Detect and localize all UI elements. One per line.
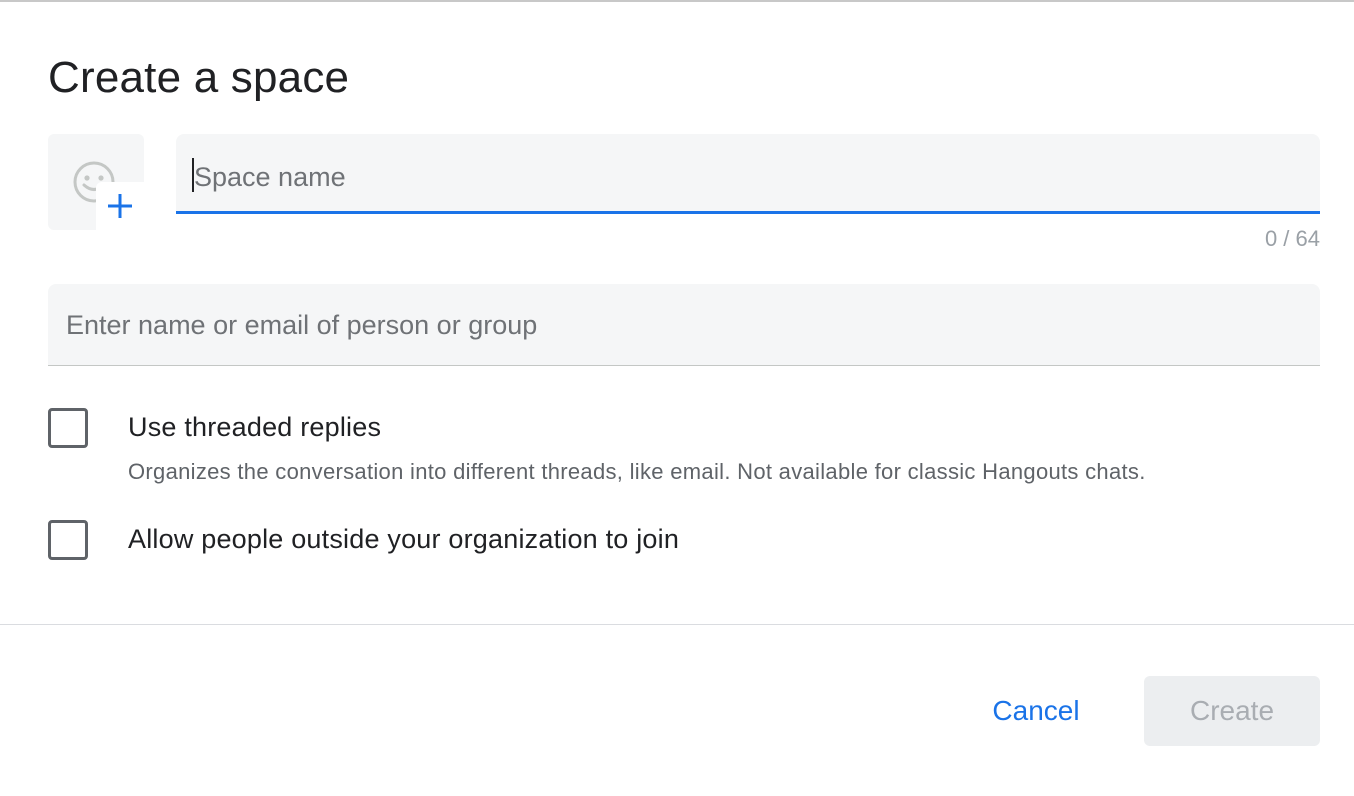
plus-icon xyxy=(108,194,132,218)
space-name-char-counter: 0 / 64 xyxy=(1264,226,1320,251)
space-emoji-picker-button[interactable] xyxy=(48,134,144,230)
cancel-button[interactable]: Cancel xyxy=(966,676,1106,746)
threaded-replies-label[interactable]: Use threaded replies xyxy=(128,412,381,443)
people-field xyxy=(48,284,1320,366)
add-badge xyxy=(96,182,144,230)
allow-external-checkbox[interactable] xyxy=(48,520,88,560)
footer-divider xyxy=(0,624,1354,625)
create-button[interactable]: Create xyxy=(1144,676,1320,746)
dialog-top-edge xyxy=(0,0,1354,2)
people-search-input[interactable] xyxy=(64,304,1298,346)
create-space-dialog: Create a space 0 / 64 Use threaded repli… xyxy=(0,0,1354,796)
allow-external-label[interactable]: Allow people outside your organization t… xyxy=(128,524,679,555)
space-name-input[interactable] xyxy=(192,156,1296,198)
threaded-replies-description: Organizes the conversation into differen… xyxy=(128,459,1146,484)
threaded-replies-checkbox[interactable] xyxy=(48,408,88,448)
text-caret xyxy=(192,158,194,192)
dialog-title: Create a space xyxy=(48,53,350,102)
space-name-field xyxy=(176,134,1320,214)
